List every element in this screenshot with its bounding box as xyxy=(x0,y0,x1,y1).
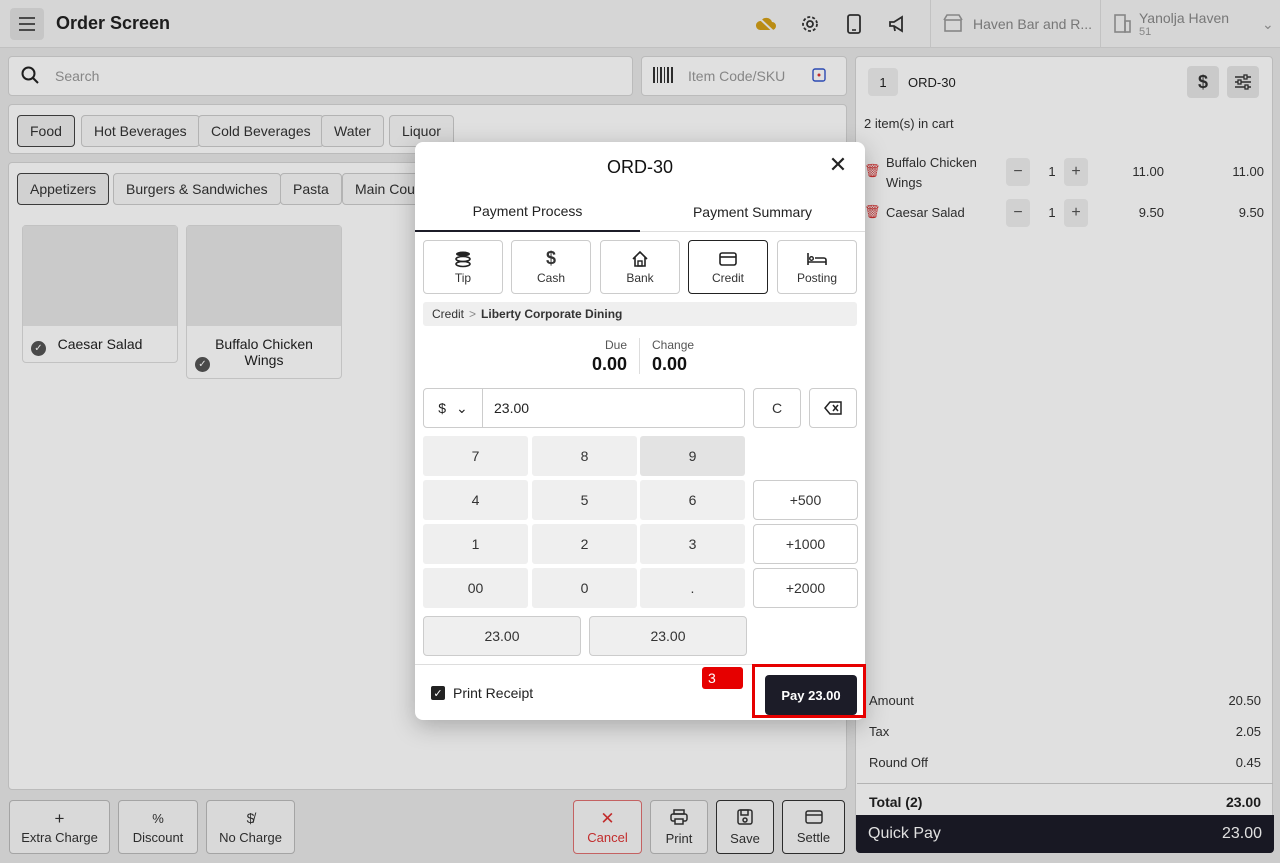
quick-amount-button[interactable]: 23.00 xyxy=(589,616,747,656)
step-badge: 3 xyxy=(702,667,743,689)
tab-payment-process[interactable]: Payment Process xyxy=(415,192,640,232)
breadcrumb: Credit > Liberty Corporate Dining xyxy=(423,302,857,326)
clear-button[interactable]: C xyxy=(753,388,801,428)
keypad-key-7[interactable]: 7 xyxy=(423,436,528,476)
keypad-key-3[interactable]: 3 xyxy=(640,524,745,564)
breadcrumb-root[interactable]: Credit xyxy=(432,307,464,321)
bed-icon xyxy=(807,250,827,268)
method-cash-button[interactable]: $ Cash xyxy=(511,240,591,294)
keypad-key-4[interactable]: 4 xyxy=(423,480,528,520)
method-posting-button[interactable]: Posting xyxy=(777,240,857,294)
dollar-icon: $ xyxy=(545,248,556,268)
due-value: 0.00 xyxy=(591,354,627,374)
amount-input[interactable]: $ ⌄ 23.00 xyxy=(423,388,745,428)
chevron-right-icon: > xyxy=(469,307,477,321)
currency-value: $ xyxy=(438,400,447,416)
change-label: Change xyxy=(652,338,695,352)
backspace-icon[interactable] xyxy=(809,388,857,428)
keypad-key-5[interactable]: 5 xyxy=(532,480,637,520)
method-bank-button[interactable]: Bank xyxy=(600,240,680,294)
home-icon xyxy=(631,250,649,268)
print-receipt-checkbox[interactable]: ✓ xyxy=(431,686,445,700)
add-2000-button[interactable]: +2000 xyxy=(753,568,858,608)
card-icon xyxy=(719,250,737,268)
dialog-footer: ✓ Print Receipt 3 Pay 23.00 xyxy=(415,664,866,720)
close-icon[interactable]: ✕ xyxy=(827,154,849,176)
change-value: 0.00 xyxy=(652,354,688,374)
divider xyxy=(639,338,640,374)
keypad-key-dot[interactable]: . xyxy=(640,568,745,608)
method-label: Credit xyxy=(711,270,744,285)
amount-value: 23.00 xyxy=(494,400,530,416)
add-500-button[interactable]: +500 xyxy=(753,480,858,520)
method-label: Bank xyxy=(626,270,654,285)
keypad-key-9[interactable]: 9 xyxy=(640,436,745,476)
dialog-title: ORD-30 xyxy=(606,157,673,177)
add-1000-button[interactable]: +1000 xyxy=(753,524,858,564)
payment-tabs: Payment Process Payment Summary xyxy=(415,192,865,232)
keypad-key-2[interactable]: 2 xyxy=(532,524,637,564)
print-receipt-label[interactable]: Print Receipt xyxy=(453,685,533,701)
payment-dialog: ORD-30 ✕ Payment Process Payment Summary… xyxy=(415,142,866,720)
tab-payment-summary[interactable]: Payment Summary xyxy=(640,192,865,232)
method-label: Posting xyxy=(796,270,838,285)
method-tip-button[interactable]: Tip xyxy=(423,240,503,294)
currency-select[interactable]: $ ⌄ xyxy=(424,389,483,427)
quick-amount-button[interactable]: 23.00 xyxy=(423,616,581,656)
pay-button[interactable]: Pay 23.00 xyxy=(765,675,857,715)
due-label: Due xyxy=(604,338,627,352)
change-block: Change 0.00 xyxy=(652,338,694,375)
keypad-key-1[interactable]: 1 xyxy=(423,524,528,564)
method-label: Cash xyxy=(536,270,565,285)
keypad-key-0[interactable]: 0 xyxy=(532,568,637,608)
breadcrumb-current: Liberty Corporate Dining xyxy=(481,307,623,321)
keypad-key-8[interactable]: 8 xyxy=(532,436,637,476)
method-credit-button[interactable]: Credit xyxy=(688,240,768,294)
method-label: Tip xyxy=(454,270,472,285)
coins-icon xyxy=(454,250,472,268)
keypad-key-00[interactable]: 00 xyxy=(423,568,528,608)
due-block: Due 0.00 xyxy=(585,338,627,375)
chevron-down-icon: ⌄ xyxy=(456,399,468,416)
keypad-key-6[interactable]: 6 xyxy=(640,480,745,520)
